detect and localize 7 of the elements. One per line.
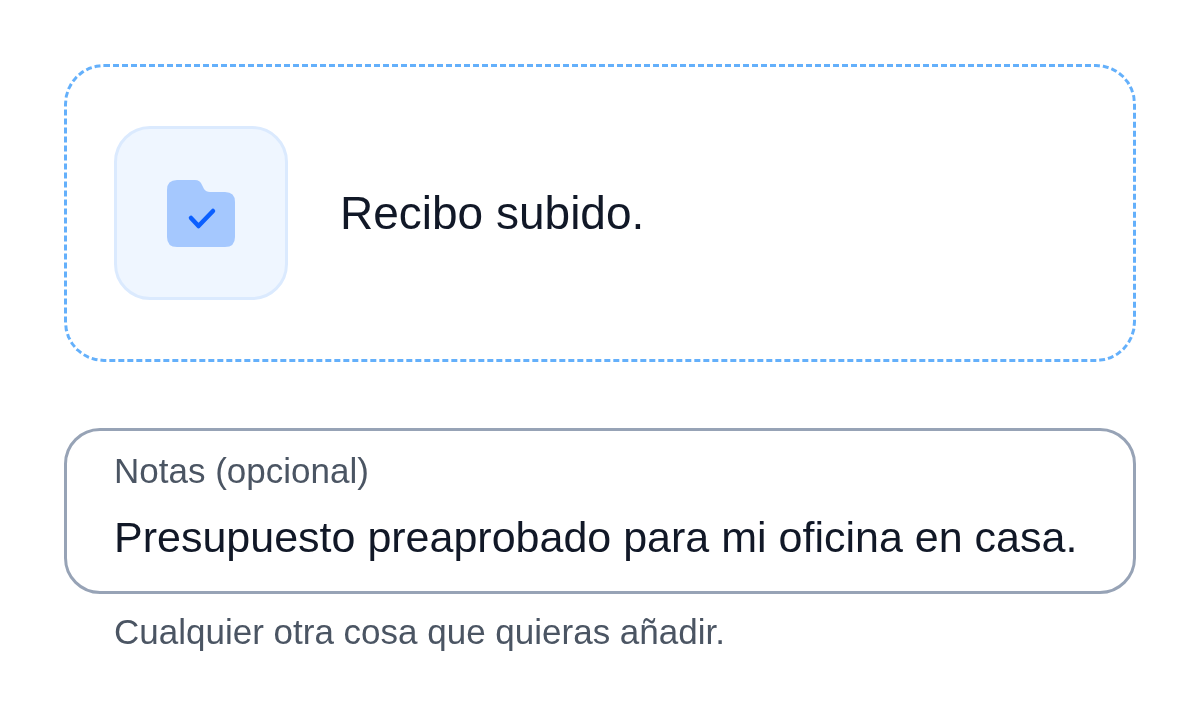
notes-field[interactable]: Notas (opcional) Presupuesto preaprobado para mi oficina en casa. [64,428,1136,594]
upload-status: Recibo subido. [340,186,645,241]
field-label: Notas (opcional) [114,450,369,492]
helper-text: Cualquier otra cosa que quieras añadir. [114,611,725,653]
text-input[interactable]: Presupuesto preaprobado para mi oficina en casa. [114,509,1086,565]
upload-dropzone[interactable]: Recibo subido. [64,64,1136,362]
folder-check-icon [114,126,288,300]
